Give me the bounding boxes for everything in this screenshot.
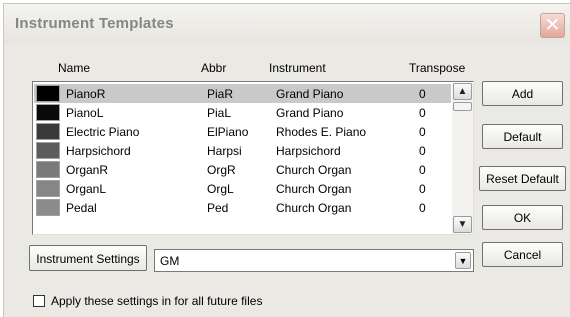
instrument-settings-button-label: Instrument Settings [36, 252, 140, 266]
list-item[interactable]: Harpsichord Harpsi Harpsichord 0 [34, 141, 451, 160]
ok-button-label: OK [513, 211, 532, 225]
color-swatch[interactable] [36, 161, 60, 178]
instrument-abbr: Ped [207, 201, 229, 215]
instrument-transpose: 0 [419, 182, 426, 196]
instrument-name: PianoR [66, 87, 106, 101]
dropdown-button[interactable]: ▼ [455, 252, 471, 269]
color-swatch[interactable] [36, 104, 60, 121]
instrument-transpose: 0 [419, 125, 426, 139]
instrument-transpose: 0 [419, 87, 426, 101]
dialog-title: Instrument Templates [15, 15, 174, 32]
instrument-abbr: ElPiano [207, 125, 249, 139]
reset-default-button-label: Reset Default [486, 172, 559, 186]
close-button[interactable]: ✕ [540, 13, 565, 38]
instrument-type: Grand Piano [276, 106, 344, 120]
column-header-transpose: Transpose [409, 61, 466, 75]
cancel-button[interactable]: Cancel [482, 242, 563, 267]
color-swatch[interactable] [36, 180, 60, 197]
instrument-type: Church Organ [276, 182, 352, 196]
list-item[interactable]: OrganL OrgL Church Organ 0 [34, 179, 451, 198]
apply-future-checkbox[interactable] [33, 295, 45, 307]
instrument-name: Harpsichord [66, 144, 131, 158]
instrument-transpose: 0 [419, 144, 426, 158]
close-icon: ✕ [544, 14, 561, 36]
color-swatch[interactable] [36, 142, 60, 159]
default-button-label: Default [503, 130, 542, 144]
chevron-down-icon: ▼ [457, 219, 468, 230]
instrument-type: Grand Piano [276, 87, 344, 101]
instrument-abbr: OrgL [207, 182, 234, 196]
instrument-transpose: 0 [419, 201, 426, 215]
column-header-name: Name [58, 61, 91, 75]
ok-button[interactable]: OK [482, 205, 563, 230]
color-swatch[interactable] [36, 199, 60, 216]
instrument-abbr: PiaR [207, 87, 234, 101]
instrument-settings-button[interactable]: Instrument Settings [29, 245, 147, 271]
add-button-label: Add [511, 87, 534, 101]
instrument-abbr: Harpsi [207, 144, 242, 158]
list-item[interactable]: PianoL PiaL Grand Piano 0 [34, 103, 451, 122]
scroll-down-button[interactable]: ▼ [453, 216, 472, 233]
instrument-settings-value: GM [160, 254, 180, 268]
column-header-abbr: Abbr [201, 61, 227, 75]
reset-default-button[interactable]: Reset Default [479, 166, 566, 191]
list-item[interactable]: OrganR OrgR Church Organ 0 [34, 160, 451, 179]
list-item[interactable]: Electric Piano ElPiano Rhodes E. Piano 0 [34, 122, 451, 141]
chevron-up-icon: ▲ [457, 86, 468, 97]
instrument-type: Church Organ [276, 163, 352, 177]
instrument-settings-select[interactable]: GM ▼ [154, 249, 474, 272]
list-scrollbar[interactable]: ▲ ▼ [452, 83, 473, 234]
instrument-list[interactable]: PianoR PiaR Grand Piano 0 PianoL PiaL Grand Pi… [32, 81, 474, 235]
add-button[interactable]: Add [482, 81, 563, 106]
column-header-instrument: Instrument [269, 61, 326, 75]
instrument-type: Church Organ [276, 201, 352, 215]
color-swatch[interactable] [36, 85, 60, 102]
instrument-templates-dialog: Instrument Templates ✕ Name Abbr Instrum… [3, 3, 570, 317]
instrument-name: Electric Piano [66, 125, 140, 139]
instrument-name: Pedal [66, 201, 97, 215]
color-swatch[interactable] [36, 123, 60, 140]
chevron-down-icon: ▼ [458, 256, 468, 266]
instrument-name: OrganL [66, 182, 107, 196]
apply-future-label[interactable]: Apply these settings in for all future f… [51, 294, 262, 308]
instrument-transpose: 0 [419, 163, 426, 177]
scroll-thumb[interactable] [453, 102, 472, 111]
instrument-name: OrganR [66, 163, 109, 177]
instrument-name: PianoL [66, 106, 104, 120]
instrument-transpose: 0 [419, 106, 426, 120]
instrument-abbr: OrgR [207, 163, 236, 177]
scroll-up-button[interactable]: ▲ [453, 83, 472, 100]
title-bar[interactable]: Instrument Templates ✕ [4, 4, 570, 44]
instrument-type: Harpsichord [276, 144, 341, 158]
instrument-abbr: PiaL [207, 106, 232, 120]
cancel-button-label: Cancel [503, 248, 542, 262]
default-button[interactable]: Default [482, 124, 563, 149]
list-item[interactable]: PianoR PiaR Grand Piano 0 [34, 84, 451, 103]
instrument-type: Rhodes E. Piano [276, 125, 367, 139]
list-item[interactable]: Pedal Ped Church Organ 0 [34, 198, 451, 217]
